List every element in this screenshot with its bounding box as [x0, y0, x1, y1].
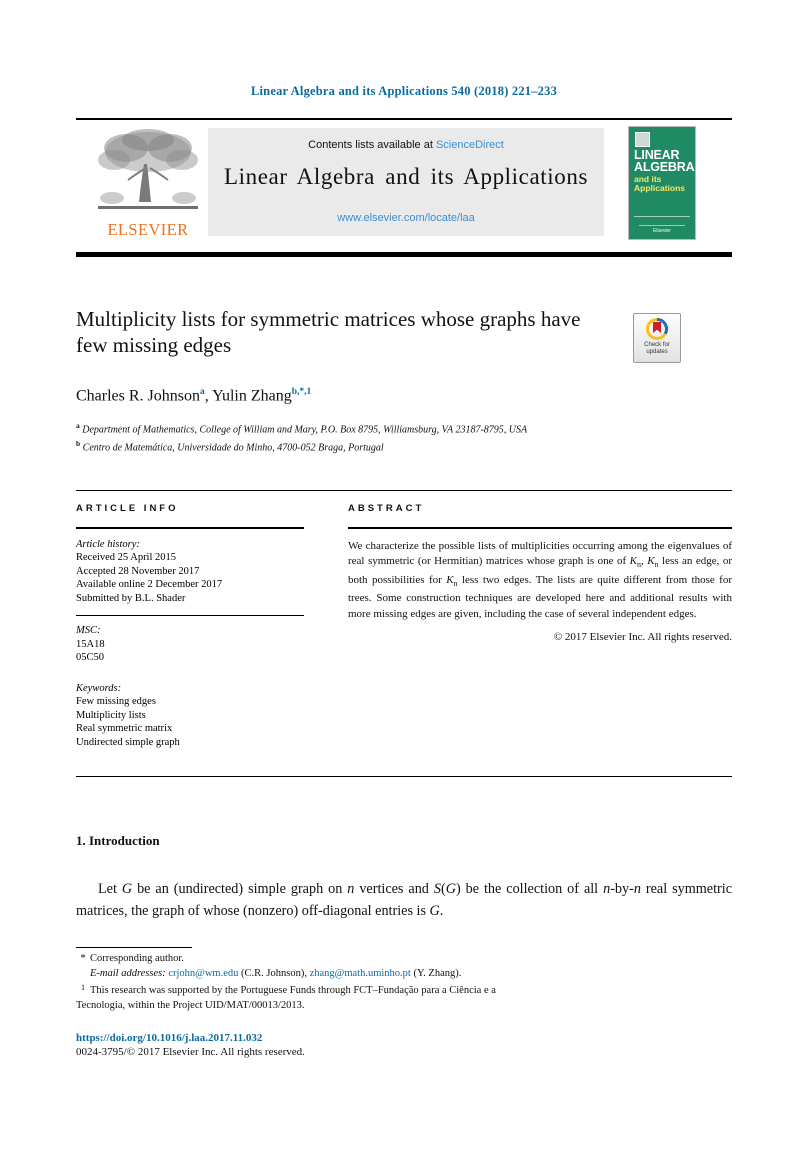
- abstract-copyright: © 2017 Elsevier Inc. All rights reserved…: [553, 631, 732, 644]
- cover-line-2: ALGEBRA: [634, 160, 695, 174]
- para-var-g1: G: [121, 881, 133, 897]
- footnote-funding-cont: Tecnologia, within the Project UID/MAT/0…: [76, 999, 305, 1011]
- msc-code: 15A18: [76, 638, 105, 650]
- email-owner-1: (C.R. Johnson),: [241, 967, 307, 979]
- affiliation-a: a Department of Mathematics, College of …: [76, 419, 636, 437]
- keyword-item: Real symmetric matrix: [76, 723, 173, 735]
- footnote-corresponding: * Corresponding author.: [76, 952, 732, 967]
- issn-copyright-line: 0024-3795/© 2017 Elsevier Inc. All right…: [76, 1046, 305, 1058]
- footnote-rule: [76, 947, 192, 948]
- footnote-corresponding-text: Corresponding author.: [90, 953, 184, 964]
- crossmark-icon: [646, 318, 668, 340]
- email-label: E-mail addresses:: [90, 967, 166, 979]
- asterisk-icon: *: [80, 953, 86, 964]
- doi-link[interactable]: https://doi.org/10.1016/j.laa.2017.11.03…: [76, 1032, 262, 1044]
- para-t5: ) be the collection of all: [455, 881, 604, 897]
- affiliation-list: a Department of Mathematics, College of …: [76, 419, 636, 455]
- article-history-item: Available online 2 December 2017: [76, 579, 223, 591]
- footnote-number-icon: 1: [81, 983, 85, 992]
- para-t6: -by-: [610, 881, 634, 897]
- affiliation-text-b: Centro de Matemática, Universidade do Mi…: [82, 442, 384, 454]
- author-list: Charles R. Johnsona, Yulin Zhangb,*,1: [76, 387, 312, 405]
- affiliation-b: b Centro de Matemática, Universidade do …: [76, 437, 636, 455]
- elsevier-logo: ELSEVIER: [96, 126, 200, 244]
- info-section-bottom-rule: [76, 776, 732, 778]
- affiliation-mark-b: b: [76, 438, 81, 448]
- journal-title: Linear Algebra and its Applications: [223, 164, 589, 189]
- running-head: Linear Algebra and its Applications 540 …: [250, 84, 558, 98]
- msc-block: MSC: 15A18 05C50: [76, 624, 304, 665]
- para-t2: be an (undirected) simple graph on: [132, 881, 348, 897]
- contents-line: Contents lists available at ScienceDirec…: [208, 139, 604, 151]
- para-var-g2: G: [445, 881, 456, 897]
- msc-label: MSC:: [76, 625, 101, 637]
- journal-band: Contents lists available at ScienceDirec…: [208, 128, 604, 236]
- masthead-bottom-rule: [76, 252, 732, 257]
- keywords-block: Keywords: Few missing edges Multiplicity…: [76, 682, 304, 750]
- abstract-column: ABSTRACT We characterize the possible li…: [348, 503, 732, 643]
- para-var-n3: n: [633, 881, 641, 897]
- contents-prefix: Contents lists available at: [308, 139, 436, 151]
- author-marks-1: a: [200, 387, 205, 397]
- article-info-column: ARTICLE INFO Article history: Received 2…: [76, 503, 304, 749]
- affiliation-mark-a: a: [76, 421, 80, 430]
- journal-masthead: ELSEVIER Contents lists available at Sci…: [76, 118, 732, 246]
- sciencedirect-link[interactable]: ScienceDirect: [436, 139, 504, 151]
- keyword-item: Undirected simple graph: [76, 736, 180, 748]
- crossmark-label-line1: Check for: [644, 342, 670, 348]
- section-heading-introduction: 1. Introduction: [76, 833, 160, 848]
- author-name-2: Yulin Zhang: [212, 387, 292, 405]
- para-t8: .: [439, 903, 444, 919]
- cover-divider: [634, 216, 690, 217]
- article-history-item: Submitted by B.L. Shader: [76, 592, 186, 604]
- abstract-kn-3: K: [446, 573, 454, 586]
- keywords-label: Keywords:: [76, 682, 122, 694]
- author-marks-2: b,*,1: [291, 387, 312, 397]
- crossmark-badge[interactable]: Check for updates: [633, 313, 681, 363]
- email-owner-2: (Y. Zhang).: [413, 967, 462, 979]
- affiliation-text-a: Department of Mathematics, College of Wi…: [82, 424, 528, 436]
- email-link-2[interactable]: zhang@math.uminho.pt: [310, 968, 411, 979]
- article-history: Article history: Received 25 April 2015 …: [76, 538, 304, 606]
- elsevier-wordmark: ELSEVIER: [107, 220, 189, 239]
- para-t1: Let: [98, 881, 122, 897]
- paper-page: Linear Algebra and its Applications 540 …: [0, 0, 808, 1162]
- page-title: Multiplicity lists for symmetric matrice…: [76, 307, 581, 357]
- crossmark-label-line2: updates: [646, 349, 668, 355]
- cover-footer-brand: Elsevier: [653, 228, 671, 234]
- msc-divider: [76, 615, 304, 617]
- article-history-label: Article history:: [76, 538, 140, 550]
- footnote-funding-line1: This research was supported by the Portu…: [90, 985, 496, 996]
- abstract-kn-2: K: [647, 555, 655, 568]
- cover-footer-line: [639, 225, 685, 226]
- masthead-top-rule: [76, 118, 732, 120]
- article-history-item: Accepted 28 November 2017: [76, 565, 200, 577]
- article-info-bar: [76, 527, 304, 529]
- abstract-kn-1: K: [629, 555, 637, 568]
- footnote-block: * Corresponding author. E-mail addresses:…: [76, 952, 732, 1013]
- msc-code: 05C50: [76, 652, 105, 664]
- footnote-emails: E-mail addresses: crjohn@wm.edu (C.R. Jo…: [76, 967, 732, 982]
- article-history-item: Received 25 April 2015: [76, 552, 177, 564]
- cover-emblem-icon: [635, 132, 650, 147]
- article-info-heading: ARTICLE INFO: [76, 503, 179, 514]
- abstract-bar: [348, 527, 732, 529]
- abstract-heading: ABSTRACT: [348, 503, 425, 514]
- para-t3: vertices and: [354, 881, 434, 897]
- author-name-1: Charles R. Johnson: [76, 387, 200, 405]
- intro-paragraph: Let G be an (undirected) simple graph on…: [76, 878, 732, 922]
- para-var-s: S: [433, 881, 441, 897]
- cover-footer: Elsevier: [629, 223, 695, 234]
- footnote-funding: 1 This research was supported by the Port…: [76, 981, 732, 999]
- email-link-1[interactable]: crjohn@wm.edu: [168, 968, 238, 979]
- abstract-text: We characterize the possible lists of mu…: [348, 539, 732, 623]
- keyword-item: Few missing edges: [76, 696, 156, 708]
- info-section-top-rule: [76, 490, 732, 492]
- keyword-item: Multiplicity lists: [76, 709, 146, 721]
- journal-url-link[interactable]: www.elsevier.com/locate/laa: [208, 212, 604, 224]
- para-var-g3: G: [429, 903, 440, 919]
- cover-line-4: Applications: [634, 183, 686, 193]
- elsevier-tree-icon: [98, 129, 198, 209]
- journal-cover-thumbnail: LINEAR ALGEBRA and its Applications Else…: [628, 126, 696, 240]
